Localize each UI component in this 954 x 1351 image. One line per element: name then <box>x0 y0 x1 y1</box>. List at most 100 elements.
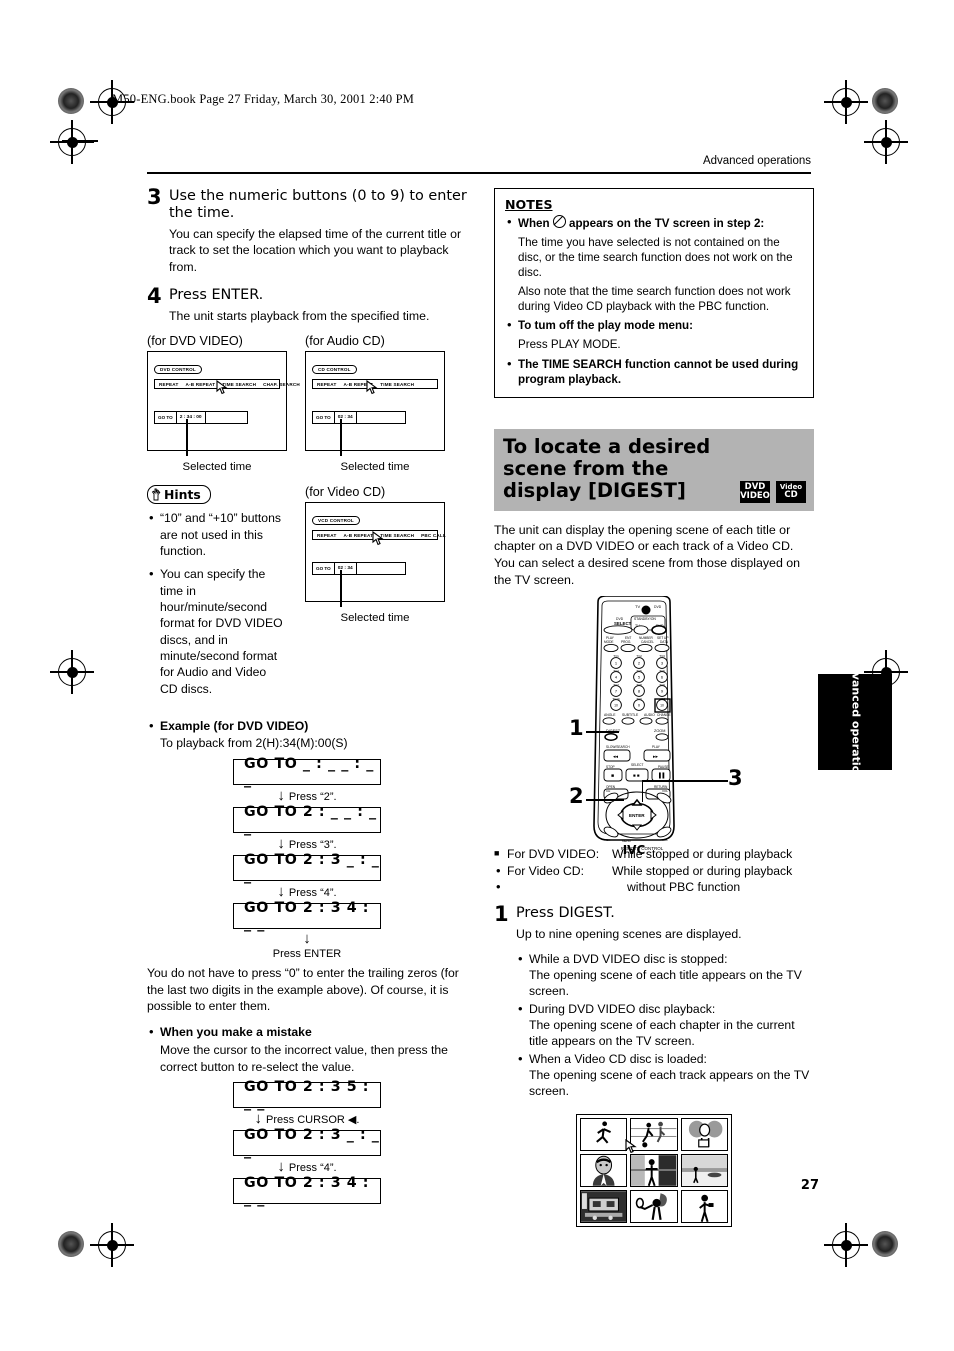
runner-scene-icon <box>596 1121 611 1144</box>
osd-vcd-menu-item-2[interactable]: TIME SEARCH <box>380 533 414 538</box>
svg-text:SELECT: SELECT <box>614 621 632 626</box>
example-block: Example (for DVD VIDEO) <box>147 717 467 735</box>
svg-text:VOL: VOL <box>662 789 668 793</box>
train-scene-icon <box>581 1190 627 1222</box>
right-column: NOTES When appears on the TV screen in s… <box>494 188 814 1227</box>
digest-thumbnail[interactable] <box>630 1153 678 1187</box>
digest-thumbnail[interactable] <box>630 1189 678 1223</box>
osd-dvd-menu-item-0[interactable]: REPEAT <box>159 382 179 387</box>
osd-dvd-selected-caption: Selected time <box>182 461 252 474</box>
no-entry-icon <box>552 215 566 228</box>
digest-thumbnail[interactable] <box>680 1189 728 1223</box>
osd-dvd-control-label: DVD CONTROL <box>154 365 202 375</box>
osd-cd-leader-line <box>340 419 342 457</box>
goto-step-action: Press CURSOR ◀. <box>266 1114 360 1127</box>
goto-sequence-mistake: GO TO 2 : 3 5 : _ _ ↓ Press CURSOR ◀. GO … <box>147 1079 467 1207</box>
note-bold: To tum off the play mode menu: <box>518 319 693 333</box>
person-fence-scene-icon <box>631 1154 677 1186</box>
digest-thumbnail[interactable] <box>580 1117 628 1151</box>
dvd-video-badge-line2: VIDEO <box>740 490 770 501</box>
digest-thumbnail[interactable] <box>680 1153 728 1187</box>
down-arrow-icon: ↓ <box>254 1110 263 1128</box>
goto-display-box: GO TO 2 : 3 _ : _ _ <box>233 852 381 884</box>
osd-dvd-caption: (for DVD VIDEO) <box>147 334 243 349</box>
print-blob-top-left <box>58 88 84 114</box>
note-sub: Also note that the time search function … <box>518 285 791 314</box>
book-filename-stamp: M50-ENG.book Page 27 Friday, March 30, 2… <box>112 92 415 106</box>
osd-cd-menu-item-0[interactable]: REPEAT <box>317 382 337 387</box>
digest-thumbnail[interactable] <box>680 1117 728 1151</box>
down-arrow-icon: ↓ <box>277 787 285 805</box>
osd-vcd-goto-label: GO TO <box>313 563 335 575</box>
osd-figure-dvd: (for DVD VIDEO) DVD CONTROL REPEAT A-B RE… <box>147 334 300 474</box>
osd-vcd-menu-item-1[interactable]: A-B REPEAT <box>344 533 374 538</box>
osd-vcd-control-label: VCD CONTROL <box>312 516 360 526</box>
notes-list: When appears on the TV screen in step 2:… <box>505 214 803 387</box>
osd-vcd-menu-item-0[interactable]: REPEAT <box>317 533 337 538</box>
goto-display-box: GO TO 2 : _ _ : _ _ <box>233 804 381 836</box>
svg-text:CHANGE: CHANGE <box>657 713 671 717</box>
svg-text:ENTER: ENTER <box>629 813 645 818</box>
two-heads-scene-icon <box>688 1120 723 1148</box>
goto-step-action: Press “4”. <box>288 1162 337 1175</box>
example-subtitle: To playback from 2(H):34(M):00(S) <box>160 736 348 751</box>
example-heading-item: Example (for DVD VIDEO) <box>147 717 467 735</box>
applies-item: without PBC function <box>494 878 814 896</box>
section-intro: The unit can display the opening scene o… <box>494 522 801 587</box>
note-sub: Press PLAY MODE. <box>518 338 621 352</box>
step-4: 4 Press ENTER. The unit starts playback … <box>147 284 467 324</box>
hints-badge-label: Hints <box>164 487 201 503</box>
print-blob-bottom-left <box>58 1231 84 1257</box>
callout-2-line <box>586 799 624 801</box>
digest-condition-head: When a Video CD disc is loaded: <box>529 1051 707 1066</box>
step-1-title: Press DIGEST. <box>516 905 615 922</box>
osd-dvd-goto-field: GO TO 2 : 34 : 00 <box>154 411 248 425</box>
section-heading: To locate a desired scene from the displ… <box>494 428 814 511</box>
step-4-title: Press ENTER. <box>169 287 264 303</box>
osd-figure-cd: (for Audio CD) CD CONTROL REPEAT A-B REPE… <box>305 334 445 473</box>
osd-vcd-goto-field: GO TO 02 : 34 <box>312 562 406 576</box>
digest-condition-text: The opening scene of each chapter in the… <box>529 1017 795 1049</box>
goto-step-arrow: ↓ Press “4”. <box>147 881 467 903</box>
reg-mark-bottom-left <box>90 1223 134 1267</box>
hint-item: You can specify the time in hour/minute/… <box>147 565 287 697</box>
svg-text:CH: CH <box>606 838 610 842</box>
mistake-block: When you make a mistake Move the cursor … <box>147 1023 467 1075</box>
digest-conditions-list: While a DVD VIDEO disc is stopped: The o… <box>494 950 814 1100</box>
reg-mark-top-right <box>824 80 868 124</box>
osd-cd-control-label: CD CONTROL <box>312 365 357 375</box>
note-sub: The time you have selected is not contai… <box>518 236 793 280</box>
goto-display-box: GO TO _ : _ _ : _ _ <box>233 756 381 788</box>
step-1-digest: 1 Press DIGEST. Up to nine opening scene… <box>494 902 814 942</box>
disc-type-badges: DVD VIDEO Video CD <box>740 480 806 503</box>
digest-condition-text: The opening scene of each title appears … <box>529 967 802 999</box>
section-side-tab: Advanced operations <box>818 656 892 788</box>
osd-vcd-selected-caption: Selected time <box>340 612 410 625</box>
digest-condition-head: During DVD VIDEO disc playback: <box>529 1001 716 1016</box>
callout-1: 1 <box>569 716 584 741</box>
step-3-title: Use the numeric buttons (0 to 9) to ente… <box>169 188 467 221</box>
svg-text:SELECT: SELECT <box>631 763 643 767</box>
digest-thumbnail[interactable] <box>580 1189 628 1223</box>
section-title: To locate a desired scene from the displ… <box>503 434 711 502</box>
goto-step-arrow: ↓ Press “4”. <box>147 1156 467 1178</box>
svg-text:CANCEL: CANCEL <box>641 640 654 644</box>
svg-text:STOP: STOP <box>606 765 615 769</box>
svg-text:ZOOM: ZOOM <box>654 729 665 733</box>
osd-dvd-menu-item-1[interactable]: A-B REPEAT <box>186 382 216 387</box>
osd-cd-selected-caption: Selected time <box>340 461 410 474</box>
svg-text:▌▌: ▌▌ <box>659 772 666 779</box>
osd-cd-menu-item-2[interactable]: TIME SEARCH <box>380 382 414 387</box>
down-arrow-icon: ↓ <box>277 883 285 901</box>
osd-dvd-menu-item-3[interactable]: CHAP. SEARCH <box>263 382 300 387</box>
remote-control-image: TV DVD DVD SELECT STANDBY/ON TV DVD PLAY… <box>593 596 675 854</box>
svg-text:AUDIO: AUDIO <box>644 713 655 717</box>
digest-condition-text: The opening scene of each track appears … <box>529 1067 810 1099</box>
osd-vcd-menu-item-3[interactable]: PBC CALL <box>421 533 446 538</box>
page-number: 27 <box>800 1178 819 1193</box>
osd-vcd-caption: (for Video CD) <box>305 485 386 500</box>
digest-thumbnail[interactable] <box>580 1153 628 1187</box>
goto-step-arrow: ↓ Press “3”. <box>147 833 467 855</box>
osd-cd-goto-label: GO TO <box>313 412 335 424</box>
osd-dvd-goto-value: 2 : 34 : 00 <box>175 411 206 425</box>
